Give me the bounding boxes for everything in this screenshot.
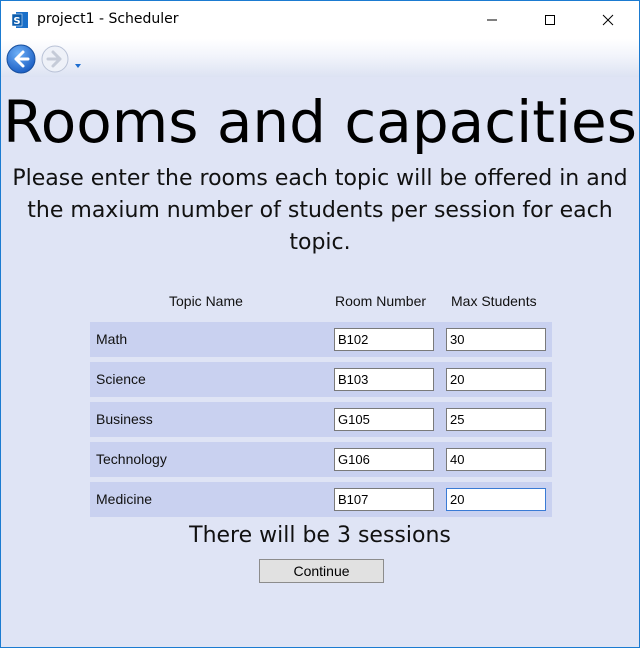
max-students-input[interactable] [446, 448, 546, 471]
topic-label: Science [96, 371, 146, 387]
room-number-input[interactable] [334, 408, 434, 431]
svg-text:S: S [13, 16, 20, 27]
topic-label: Math [96, 331, 128, 347]
instructions-text: Please enter the rooms each topic will b… [12, 166, 628, 255]
back-arrow-icon[interactable] [5, 43, 37, 75]
close-icon [602, 14, 614, 26]
topic-label: Business [96, 411, 153, 427]
minimize-icon [487, 19, 497, 21]
table-row: Technology [90, 442, 552, 477]
room-number-input[interactable] [334, 328, 434, 351]
app-window: S project1 - Scheduler Rooms and capacit… [0, 0, 640, 648]
room-number-input[interactable] [334, 368, 434, 391]
window-title: project1 - Scheduler [37, 11, 179, 27]
maximize-button[interactable] [527, 1, 573, 39]
room-number-input[interactable] [334, 448, 434, 471]
table-row: Medicine [90, 482, 552, 517]
table-row: Business [90, 402, 552, 437]
table-row: Math [90, 322, 552, 357]
forward-arrow-icon[interactable] [39, 43, 71, 75]
room-number-input[interactable] [334, 488, 434, 511]
column-header-topic: Topic Name [169, 293, 243, 309]
max-students-input[interactable] [446, 488, 546, 511]
dropdown-caret-icon[interactable] [73, 55, 83, 68]
table-row: Science [90, 362, 552, 397]
max-students-input[interactable] [446, 328, 546, 351]
maximize-icon [545, 15, 555, 25]
navigation-bar [1, 39, 639, 77]
page-content: Rooms and capacities Please enter the ro… [1, 77, 639, 647]
title-bar[interactable]: S project1 - Scheduler [1, 1, 639, 39]
max-students-input[interactable] [446, 368, 546, 391]
column-header-room: Room Number [335, 293, 427, 309]
column-header-max: Max Students [451, 293, 537, 309]
app-icon: S [11, 11, 29, 29]
sessions-summary: There will be 3 sessions [189, 523, 451, 548]
topic-label: Medicine [96, 491, 153, 507]
close-button[interactable] [585, 1, 631, 39]
page-title: Rooms and capacities [3, 88, 637, 156]
continue-button[interactable]: Continue [259, 559, 384, 583]
minimize-button[interactable] [469, 1, 515, 39]
topic-label: Technology [96, 451, 167, 467]
max-students-input[interactable] [446, 408, 546, 431]
